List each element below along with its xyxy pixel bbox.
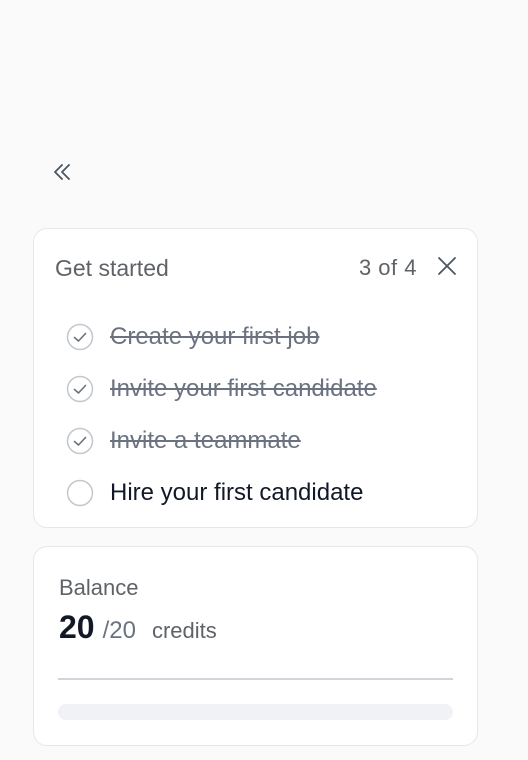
close-icon (436, 255, 458, 282)
get-started-title: Get started (55, 254, 169, 281)
checkbox-checked-icon[interactable] (66, 323, 94, 351)
balance-label: Balance (59, 575, 139, 600)
task-list: Create your first job Invite your first … (66, 311, 457, 519)
collapse-sidebar-button[interactable] (48, 160, 76, 188)
task-label: Hire your first candidate (110, 479, 364, 506)
credits-usage-bar (58, 704, 453, 720)
get-started-header-actions: 3 of 4 (359, 255, 459, 281)
checkbox-empty-icon[interactable] (66, 479, 94, 507)
progress-count: 3 of 4 (358, 255, 417, 280)
balance-card: Balance 20 /20 credits (33, 546, 478, 746)
task-item[interactable]: Hire your first candidate (66, 467, 457, 519)
task-item[interactable]: Invite your first candidate (66, 363, 457, 415)
balance-unit: credits (151, 618, 217, 643)
task-label: Invite a teammate (110, 427, 301, 454)
get-started-card: Get started 3 of 4 Create your first job… (33, 228, 478, 528)
balance-value-row: 20 /20 credits (59, 609, 217, 646)
checkbox-checked-icon[interactable] (66, 375, 94, 403)
get-started-header: Get started 3 of 4 (55, 253, 459, 283)
task-item[interactable]: Create your first job (66, 311, 457, 363)
checkbox-checked-icon[interactable] (66, 427, 94, 455)
balance-total: /20 (102, 617, 136, 644)
close-button[interactable] (435, 256, 459, 280)
task-label: Create your first job (110, 323, 320, 350)
divider (58, 678, 453, 680)
task-item[interactable]: Invite a teammate (66, 415, 457, 467)
double-chevron-left-icon (51, 161, 73, 188)
balance-current: 20 (59, 609, 95, 645)
task-label: Invite your first candidate (110, 375, 377, 402)
